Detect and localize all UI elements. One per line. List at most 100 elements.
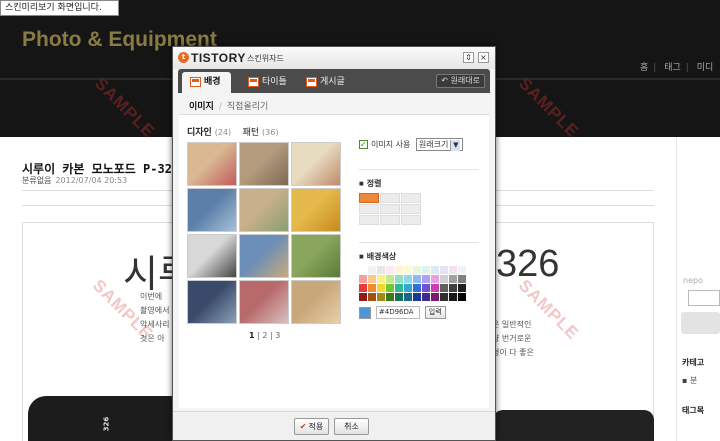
palette-color-swatch[interactable] (458, 284, 466, 292)
page-1[interactable]: 1 (249, 331, 255, 340)
dialog-titlebar[interactable]: t TISTORY 스킨위자드 ⇕ × (173, 47, 495, 69)
hex-color-row: #4D96DA 입력 (359, 306, 483, 319)
align-middle-center[interactable] (380, 204, 400, 214)
palette-color-swatch[interactable] (359, 284, 367, 292)
palette-color-swatch[interactable] (431, 293, 439, 301)
post-category[interactable]: 분류없음 (22, 176, 51, 185)
post-date: 2012/07/04 20:53 (55, 176, 128, 185)
align-bottom-right[interactable] (401, 215, 421, 225)
palette-color-swatch[interactable] (368, 284, 376, 292)
nav-tag[interactable]: 태그 (664, 63, 681, 73)
tab-post[interactable]: 게시글 (298, 72, 345, 93)
background-thumbnail[interactable] (187, 234, 237, 278)
palette-color-swatch[interactable] (431, 284, 439, 292)
palette-color-swatch[interactable] (449, 266, 457, 274)
palette-color-swatch[interactable] (395, 284, 403, 292)
apply-button[interactable]: ✔ 적용 (294, 418, 329, 435)
palette-color-swatch[interactable] (404, 275, 412, 283)
palette-color-swatch[interactable] (386, 284, 394, 292)
design-tab[interactable]: 디자인 (24) (187, 128, 231, 138)
pin-icon[interactable]: ⇕ (463, 52, 474, 63)
palette-color-swatch[interactable] (386, 293, 394, 301)
top-nav: 홈 | 태그 | 미디 (640, 63, 714, 73)
subtab-upload[interactable]: 직접올리기 (227, 102, 268, 112)
background-thumbnail[interactable] (291, 188, 341, 232)
palette-color-swatch[interactable] (377, 275, 385, 283)
background-thumbnail[interactable] (291, 234, 341, 278)
align-bottom-left[interactable] (359, 215, 379, 225)
palette-color-swatch[interactable] (404, 266, 412, 274)
palette-color-swatch[interactable] (359, 275, 367, 283)
palette-color-swatch[interactable] (359, 266, 367, 274)
palette-color-swatch[interactable] (458, 266, 466, 274)
palette-color-swatch[interactable] (440, 266, 448, 274)
palette-color-swatch[interactable] (413, 284, 421, 292)
palette-color-swatch[interactable] (431, 266, 439, 274)
palette-color-swatch[interactable] (413, 293, 421, 301)
palette-color-swatch[interactable] (440, 293, 448, 301)
palette-color-swatch[interactable] (395, 275, 403, 283)
background-thumbnail[interactable] (187, 188, 237, 232)
palette-color-swatch[interactable] (359, 293, 367, 301)
page-2[interactable]: 2 (262, 331, 267, 340)
align-top-right[interactable] (401, 193, 421, 203)
align-middle-left[interactable] (359, 204, 379, 214)
align-top-center[interactable] (380, 193, 400, 203)
palette-color-swatch[interactable] (368, 275, 376, 283)
palette-color-swatch[interactable] (368, 293, 376, 301)
palette-color-swatch[interactable] (422, 266, 430, 274)
background-thumbnail[interactable] (291, 142, 341, 186)
palette-color-swatch[interactable] (377, 293, 385, 301)
palette-color-swatch[interactable] (440, 275, 448, 283)
pattern-tab[interactable]: 패턴 (36) (243, 128, 279, 138)
background-thumbnail[interactable] (239, 234, 289, 278)
background-thumbnail[interactable] (187, 280, 237, 324)
sidebar-category-item[interactable]: ▪ 분 (682, 375, 697, 386)
hex-input-button[interactable]: 입력 (424, 306, 446, 319)
palette-color-swatch[interactable] (368, 266, 376, 274)
selected-color-swatch (359, 306, 371, 319)
align-top-left[interactable] (359, 193, 379, 203)
palette-color-swatch[interactable] (404, 293, 412, 301)
palette-color-swatch[interactable] (440, 284, 448, 292)
palette-color-swatch[interactable] (413, 275, 421, 283)
background-thumbnail[interactable] (239, 142, 289, 186)
tab-title[interactable]: 타이틀 (240, 72, 287, 93)
align-middle-right[interactable] (401, 204, 421, 214)
palette-color-swatch[interactable] (404, 284, 412, 292)
subtab-image[interactable]: 이미지 (189, 102, 214, 112)
palette-color-swatch[interactable] (431, 275, 439, 283)
page-3[interactable]: 3 (275, 331, 280, 340)
palette-color-swatch[interactable] (395, 266, 403, 274)
palette-color-swatch[interactable] (458, 293, 466, 301)
palette-color-swatch[interactable] (395, 293, 403, 301)
palette-color-swatch[interactable] (377, 266, 385, 274)
sidebar-button[interactable] (681, 312, 720, 334)
palette-color-swatch[interactable] (449, 284, 457, 292)
revert-button[interactable]: ↶ 원래대로 (436, 74, 485, 88)
background-thumbnail[interactable] (239, 188, 289, 232)
hex-color-input[interactable]: #4D96DA (375, 306, 420, 319)
close-icon[interactable]: × (478, 52, 489, 63)
background-thumbnail[interactable] (239, 280, 289, 324)
use-image-checkbox[interactable] (359, 138, 368, 152)
palette-color-swatch[interactable] (458, 275, 466, 283)
nav-media[interactable]: 미디 (697, 63, 714, 73)
tab-background[interactable]: 배경 (182, 72, 231, 93)
palette-color-swatch[interactable] (422, 293, 430, 301)
palette-color-swatch[interactable] (449, 275, 457, 283)
palette-color-swatch[interactable] (386, 275, 394, 283)
align-bottom-center[interactable] (380, 215, 400, 225)
palette-color-swatch[interactable] (386, 266, 394, 274)
palette-color-swatch[interactable] (377, 284, 385, 292)
size-select[interactable]: 원래크기 ▼ (415, 138, 464, 151)
palette-color-swatch[interactable] (449, 293, 457, 301)
sidebar-search-input[interactable] (688, 290, 720, 306)
background-thumbnail[interactable] (291, 280, 341, 324)
cancel-button[interactable]: 취소 (334, 418, 369, 435)
background-thumbnail[interactable] (187, 142, 237, 186)
palette-color-swatch[interactable] (413, 266, 421, 274)
palette-color-swatch[interactable] (422, 284, 430, 292)
palette-color-swatch[interactable] (422, 275, 430, 283)
nav-home[interactable]: 홈 (640, 63, 648, 73)
